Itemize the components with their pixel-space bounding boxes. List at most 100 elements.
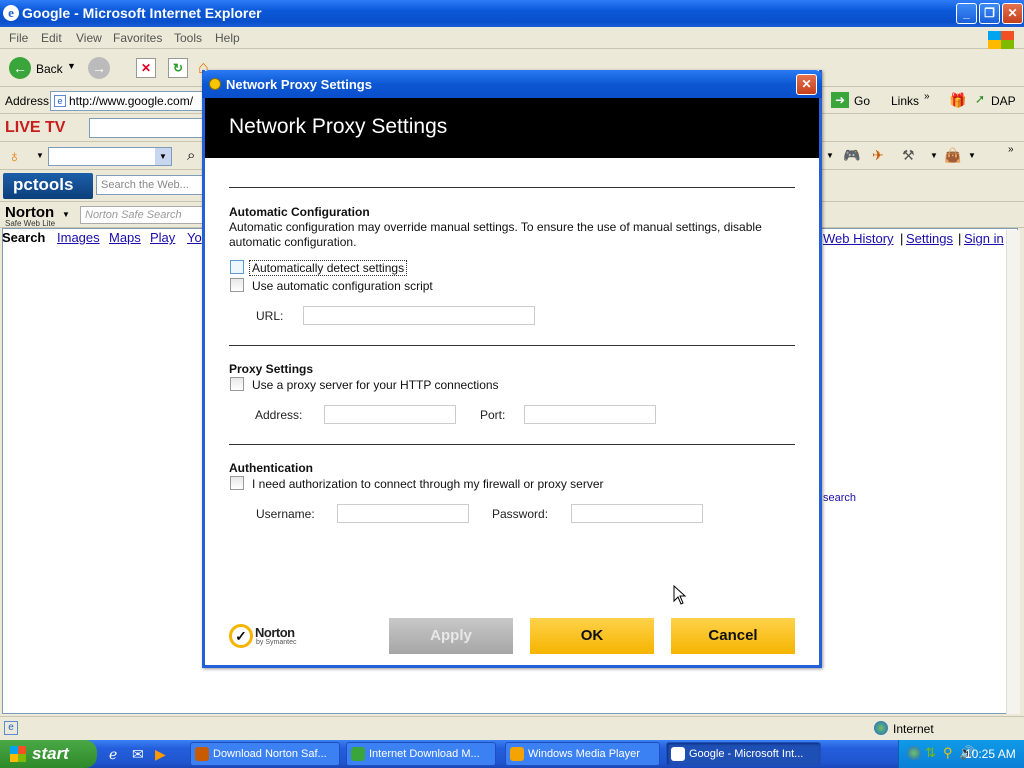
gamepad-icon[interactable]: 🎮 [843,147,860,164]
dap-arrow-icon[interactable]: ➚ [975,92,985,106]
need-auth-label[interactable]: I need authorization to connect through … [252,477,604,491]
google-nav-play[interactable]: Play [150,230,175,245]
start-button[interactable]: start [0,740,97,768]
menu-help[interactable]: Help [215,31,240,45]
back-dropdown-icon[interactable]: ▼ [67,61,76,71]
start-label: start [32,744,69,763]
web-history-link[interactable]: Web History [823,231,894,246]
google-nav-maps[interactable]: Maps [109,230,141,245]
config-script-label[interactable]: Use automatic configuration script [252,279,433,293]
google-nav-search[interactable]: Search [2,230,62,245]
globe-icon [874,721,888,735]
divider [229,187,795,188]
norton-dropdown-icon[interactable]: ▼ [62,210,70,219]
google-nav-images[interactable]: Images [57,230,100,245]
back-arrow-icon[interactable]: ← [9,57,31,79]
stop-icon[interactable]: ✕ [136,58,156,78]
media-player-icon [510,747,524,761]
task-norton-download[interactable]: Download Norton Saf... [190,742,340,766]
tray-arrows-icon[interactable]: ⇅ [925,745,936,761]
chevron-right-icon[interactable]: » [924,91,930,102]
maximize-button[interactable]: ❐ [979,3,1000,24]
airplane-icon[interactable]: ✈ [872,147,884,164]
menu-file[interactable]: File [9,31,28,45]
proxy-port-input[interactable] [524,405,656,424]
dap-button[interactable]: DAP [991,94,1016,108]
dialog-heading: Network Proxy Settings [205,98,819,158]
detect-settings-checkbox[interactable] [230,260,244,274]
detect-settings-label[interactable]: Automatically detect settings [249,260,408,276]
ie-icon: e [3,5,19,21]
ok-button[interactable]: OK [530,618,654,654]
livetv-logo: LIVE TV [5,119,66,136]
divider [229,345,795,346]
need-auth-checkbox[interactable] [230,476,244,490]
bag-icon[interactable]: 👜 [944,147,961,164]
pctools-search-input[interactable]: Search the Web... [96,175,206,195]
search-link[interactable]: search [823,492,856,504]
dropdown-icon[interactable]: ▼ [968,151,976,160]
norton-search-input[interactable]: Norton Safe Search [80,206,206,224]
combo-arrow-icon[interactable]: ▼ [155,148,171,165]
menu-tools[interactable]: Tools [174,31,202,45]
username-input[interactable] [337,504,469,523]
ie-quicklaunch-icon[interactable]: ℯ [109,746,117,763]
sign-in-link[interactable]: Sign in [964,231,1004,246]
go-arrow-icon[interactable]: ➜ [831,92,849,108]
task-ie-google[interactable]: Google - Microsoft Int... [666,742,821,766]
norton-check-icon: ✓ [229,624,253,648]
planet-icon[interactable]: ♁ [8,147,21,167]
media-quicklaunch-icon[interactable]: ▶ [155,746,166,763]
links-button[interactable]: Links [891,94,919,108]
network-icon[interactable] [907,746,921,760]
proxy-address-input[interactable] [324,405,456,424]
address-value: http://www.google.com/ [69,94,194,108]
settings-link[interactable]: Settings [906,231,953,246]
norton-logo: ✓ Norton by Symantec [229,624,309,650]
password-input[interactable] [571,504,703,523]
dropdown-icon[interactable]: ▼ [36,151,44,160]
google-nav-youtube[interactable]: Yo [187,230,202,245]
task-media-player[interactable]: Windows Media Player [505,742,660,766]
config-script-checkbox[interactable] [230,278,244,292]
dropdown-icon[interactable]: ▼ [930,151,938,160]
outlook-quicklaunch-icon[interactable]: ✉ [132,746,144,763]
tools-icon[interactable]: ⚒ [902,147,915,164]
go-button[interactable]: Go [854,94,870,108]
livetv-search-input[interactable] [89,118,205,138]
scrollbar[interactable] [1006,230,1020,714]
pctools-logo: pctools [3,173,93,199]
gift-icon[interactable]: 🎁 [949,92,966,109]
dialog-close-button[interactable]: ✕ [796,74,817,95]
norton-title-icon [209,78,221,90]
norton-logo-text: Norton [255,625,295,640]
address-input[interactable]: e http://www.google.com/ [50,91,210,111]
separator: | [958,231,962,246]
apply-button[interactable]: Apply [389,618,513,654]
task-idm[interactable]: Internet Download M... [346,742,496,766]
norton-logo-sub: by Symantec [256,639,297,646]
dropdown-icon[interactable]: ▼ [826,151,834,160]
forward-arrow-icon[interactable]: → [88,57,110,79]
url-input[interactable] [303,306,535,325]
menu-view[interactable]: View [76,31,102,45]
cancel-button[interactable]: Cancel [671,618,795,654]
norton-sub: Safe Web Lite [5,219,56,228]
chevron-right-icon[interactable]: » [1008,144,1014,155]
back-label[interactable]: Back [36,62,63,76]
minimize-button[interactable]: _ [956,3,977,24]
use-proxy-label[interactable]: Use a proxy server for your HTTP connect… [252,378,499,392]
menu-edit[interactable]: Edit [41,31,62,45]
search-combo[interactable]: ▼ [48,147,172,166]
ie-task-icon [671,747,685,761]
system-tray: ⇅ ⚲ 🔊 10:25 AM [898,740,1024,768]
close-button[interactable]: ✕ [1002,3,1023,24]
task-label: Internet Download M... [369,748,480,760]
windows-logo-icon [988,31,1014,49]
refresh-icon[interactable]: ↻ [168,58,188,78]
use-proxy-checkbox[interactable] [230,377,244,391]
menu-favorites[interactable]: Favorites [113,31,162,45]
search-icon[interactable]: ⌕ [187,147,195,164]
security-zone: Internet [893,722,934,736]
norton-tray-icon[interactable]: ⚲ [943,745,953,761]
